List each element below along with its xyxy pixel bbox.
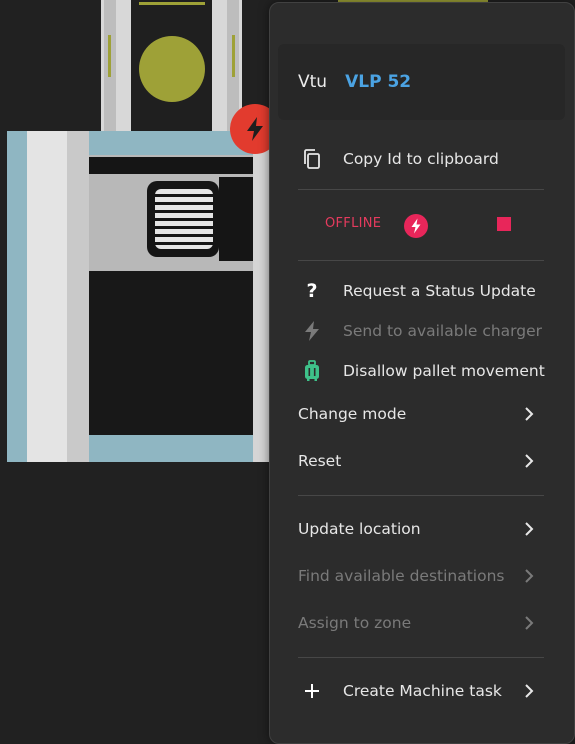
machine-bar (89, 157, 253, 174)
marker (232, 35, 235, 77)
disallow-pallet-button[interactable]: Disallow pallet movement (270, 357, 574, 385)
motor-grill (155, 189, 213, 249)
divider (298, 495, 544, 496)
context-menu: Vtu VLP 52 Copy Id to clipboard OFFLINE … (269, 2, 575, 744)
chevron-right-icon (522, 405, 536, 423)
menu-header: Vtu VLP 52 (278, 44, 565, 120)
question-icon: ? (306, 280, 318, 302)
reset-label: Reset (298, 452, 342, 470)
request-status-update-button[interactable]: ? Request a Status Update (270, 277, 574, 305)
create-machine-task-label: Create Machine task (343, 682, 502, 700)
stop-button[interactable] (497, 217, 511, 231)
copy-icon (300, 147, 324, 171)
chevron-right-icon (522, 682, 536, 700)
bolt-icon (300, 319, 324, 343)
status-row: OFFLINE (270, 205, 574, 245)
copy-id-button[interactable]: Copy Id to clipboard (270, 145, 574, 173)
chevron-right-icon (522, 520, 536, 538)
plus-icon (300, 679, 324, 703)
marker (108, 35, 111, 77)
machine-id[interactable]: VLP 52 (345, 72, 411, 92)
find-destinations-item[interactable]: Find available destinations (270, 562, 574, 590)
reset-item[interactable]: Reset (270, 447, 574, 475)
change-mode-label: Change mode (298, 405, 407, 423)
divider (298, 260, 544, 261)
assign-zone-label: Assign to zone (298, 614, 412, 632)
chevron-right-icon (522, 614, 536, 632)
request-status-label: Request a Status Update (343, 282, 536, 300)
motor-end (219, 177, 253, 261)
chevron-right-icon (522, 567, 536, 585)
marker (139, 2, 205, 5)
pallet-circle (139, 36, 205, 102)
send-to-charger-button[interactable]: Send to available charger (270, 317, 574, 345)
find-destinations-label: Find available destinations (298, 567, 505, 585)
vehicle-top[interactable] (101, 0, 242, 132)
copy-id-label: Copy Id to clipboard (343, 150, 499, 168)
machine-side (67, 131, 89, 462)
assign-zone-item[interactable]: Assign to zone (270, 609, 574, 637)
divider (298, 189, 544, 190)
status-badge: OFFLINE (325, 216, 382, 231)
update-location-item[interactable]: Update location (270, 515, 574, 543)
charge-button[interactable] (404, 214, 428, 238)
luggage-icon (300, 359, 324, 383)
disallow-pallet-label: Disallow pallet movement (343, 362, 545, 380)
machine-side (27, 131, 67, 462)
chevron-right-icon (522, 452, 536, 470)
send-to-charger-label: Send to available charger (343, 322, 543, 340)
divider (298, 657, 544, 658)
update-location-label: Update location (298, 520, 421, 538)
machine-type: Vtu (298, 72, 328, 92)
machine-bay (89, 271, 253, 435)
machine-vlp[interactable] (7, 131, 273, 462)
create-machine-task-item[interactable]: Create Machine task (270, 677, 574, 705)
change-mode-item[interactable]: Change mode (270, 400, 574, 428)
